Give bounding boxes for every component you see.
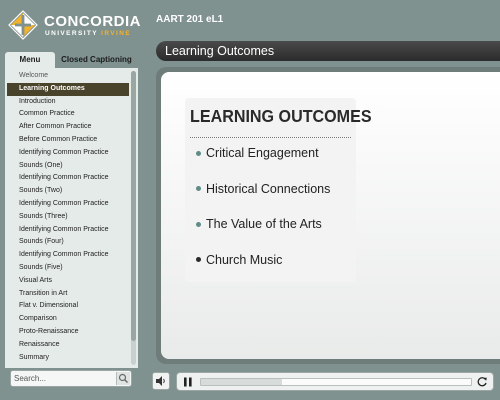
heading-divider (190, 137, 351, 138)
menu-item[interactable]: Sounds (Two) (7, 185, 129, 198)
brand-subtitle: UNIVERSITY IRVINE (45, 30, 131, 38)
bullet-icon (196, 257, 201, 262)
menu-item[interactable]: Flat v. Dimensional (7, 300, 129, 313)
player-control-bar (176, 372, 494, 391)
outcome-text: Critical Engagement (206, 146, 319, 160)
concordia-cross-icon (8, 10, 38, 40)
tab-closed-captioning[interactable]: Closed Captioning (55, 52, 138, 68)
menu-item[interactable]: Sounds (Five) (7, 262, 129, 275)
slide-header-bar: Learning Outcomes (156, 41, 500, 61)
bullet-icon (196, 186, 201, 191)
pause-icon (184, 377, 192, 387)
menu-item[interactable]: Visual Arts (7, 275, 129, 288)
brand-sub-prefix: UNIVERSITY (45, 30, 98, 37)
menu-list: Welcome Learning Outcomes Introduction Comm… (7, 70, 129, 364)
menu-item[interactable]: Transition in Art (7, 288, 129, 301)
outcome-text: The Value of the Arts (206, 217, 322, 231)
course-title: AART 201 eL1 (156, 14, 224, 25)
menu-item[interactable]: Sounds (One) (7, 160, 129, 173)
speaker-icon (156, 376, 165, 386)
tab-menu[interactable]: Menu (5, 52, 55, 68)
replay-button[interactable] (475, 375, 489, 389)
outcome-item: Historical Connections (196, 181, 330, 217)
menu-item[interactable]: Learning Outcomes (7, 82, 129, 96)
search-icon (118, 373, 128, 383)
search-box (10, 370, 132, 387)
outcome-item: Church Music (196, 252, 330, 288)
menu-panel: Welcome Learning Outcomes Introduction Comm… (5, 68, 138, 368)
menu-item[interactable]: Common Practice (7, 108, 129, 121)
outcome-text: Church Music (206, 252, 283, 267)
brand-name: CONCORDIA (44, 13, 141, 30)
pause-button[interactable] (181, 375, 195, 389)
volume-button[interactable] (152, 372, 170, 390)
menu-item[interactable]: Proto-Renaissance (7, 326, 129, 339)
slide-title: Learning Outcomes (165, 44, 275, 58)
learning-outcomes-heading: LEARNING OUTCOMES (190, 106, 372, 126)
menu-item[interactable]: Identifying Common Practice (7, 198, 129, 211)
menu-item[interactable]: Introduction (7, 96, 129, 109)
menu-item[interactable]: Welcome (7, 70, 129, 83)
bullet-icon (196, 150, 201, 156)
menu-scroll-thumb[interactable] (131, 71, 136, 341)
menu-item[interactable]: Identifying Common Practice (7, 249, 129, 262)
seek-bar[interactable] (200, 378, 472, 386)
menu-item[interactable]: Sounds (Four) (7, 236, 129, 249)
concordia-logo: CONCORDIA UNIVERSITY IRVINE (8, 10, 158, 42)
menu-item[interactable]: Renaissance (7, 339, 129, 352)
menu-item[interactable]: Identifying Common Practice (7, 172, 129, 185)
menu-item[interactable]: After Common Practice (7, 121, 129, 134)
sidebar-tabs: Menu Closed Captioning (5, 52, 138, 68)
slide-card: LEARNING OUTCOMES Critical Engagement His… (161, 72, 500, 359)
outcome-item: Critical Engagement (196, 145, 330, 181)
outcome-item: The Value of the Arts (196, 216, 330, 252)
brand-sub-accent: IRVINE (101, 30, 132, 37)
menu-item[interactable]: Sounds (Three) (7, 211, 129, 224)
menu-item[interactable]: Before Common Practice (7, 134, 129, 147)
search-button[interactable] (116, 372, 130, 385)
menu-item[interactable]: Identifying Common Practice (7, 147, 129, 160)
learning-outcomes-box: LEARNING OUTCOMES Critical Engagement His… (185, 98, 372, 282)
slide-area: LEARNING OUTCOMES Critical Engagement His… (156, 67, 500, 364)
outcome-text: Historical Connections (206, 181, 331, 196)
menu-item[interactable]: Summary (7, 352, 129, 365)
menu-item[interactable]: Identifying Common Practice (7, 224, 129, 237)
seek-progress (201, 379, 282, 385)
menu-scrollbar[interactable] (131, 71, 136, 365)
search-input[interactable] (14, 372, 114, 385)
bullet-icon (196, 221, 201, 227)
menu-item[interactable]: Comparison (7, 313, 129, 326)
outcomes-list: Critical Engagement Historical Connection… (196, 145, 330, 287)
replay-icon (477, 377, 487, 387)
